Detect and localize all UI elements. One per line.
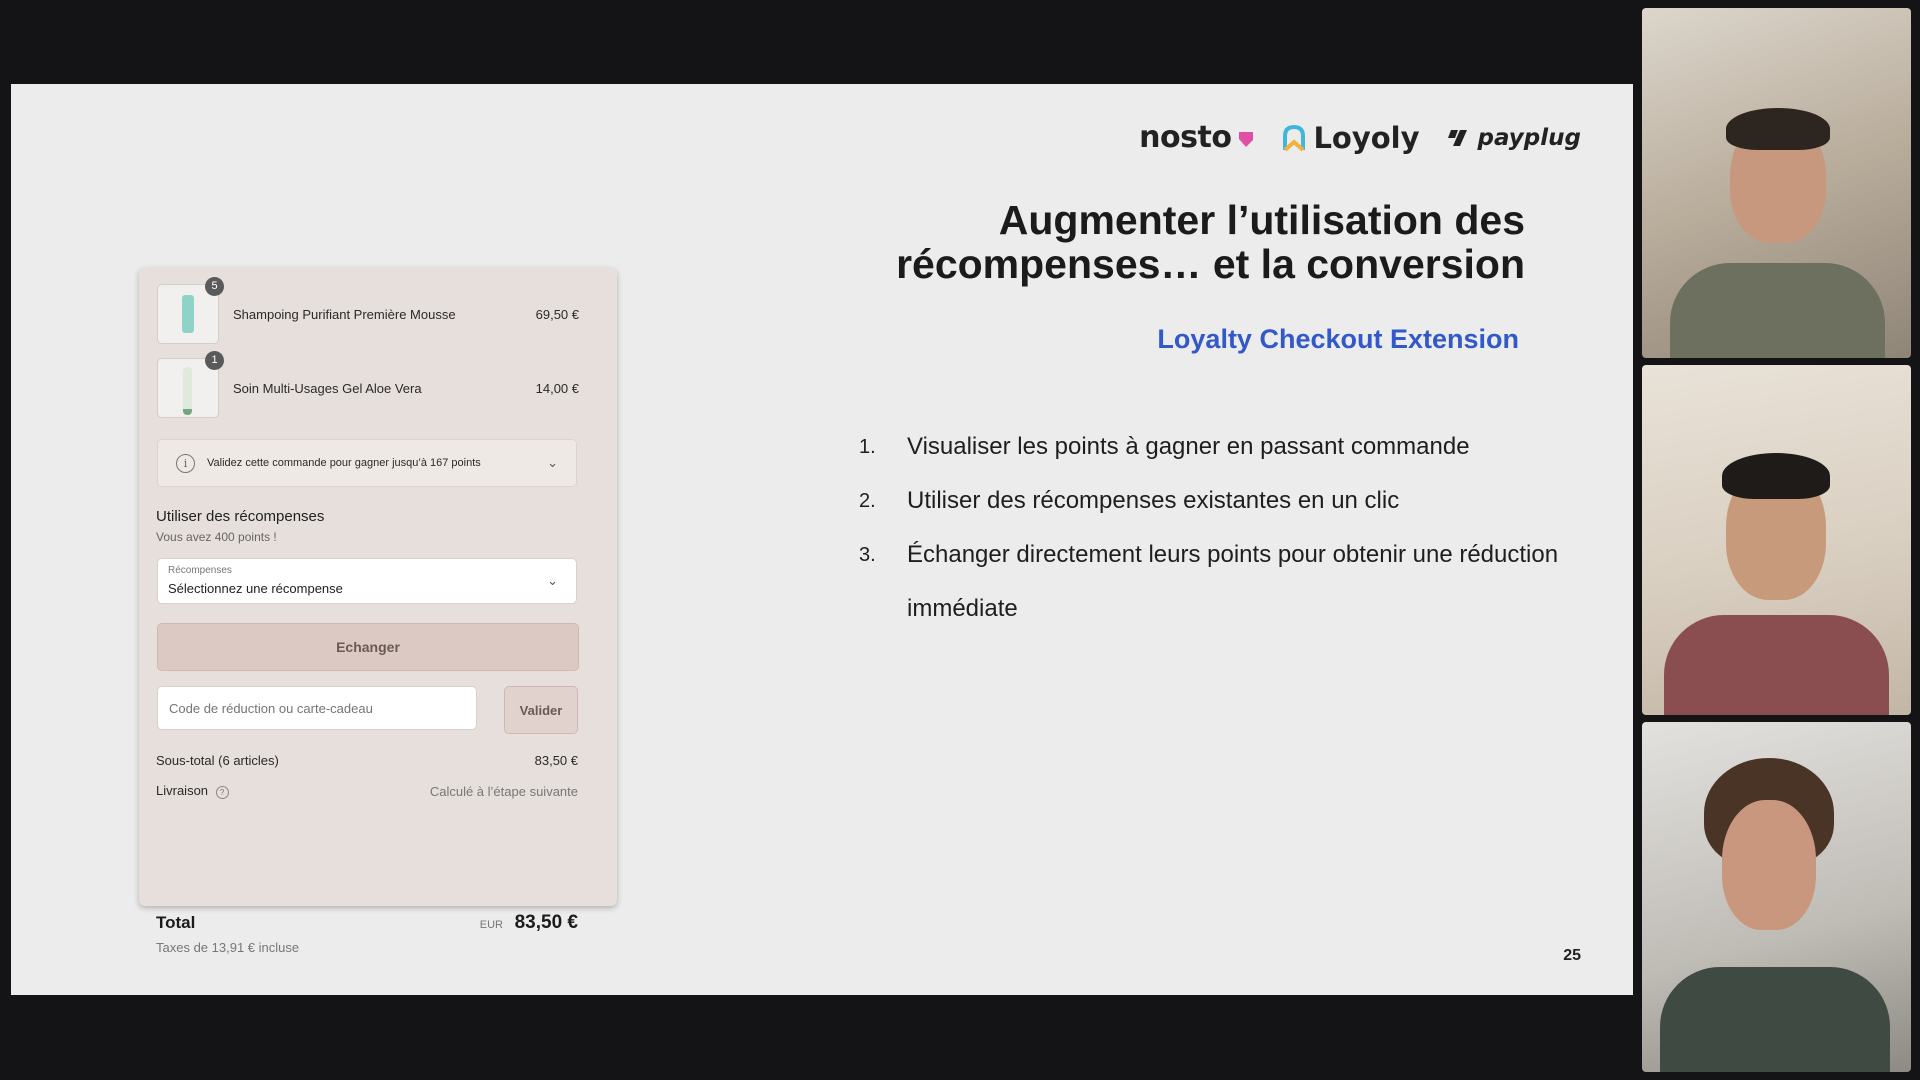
step-number: 3.: [859, 544, 876, 566]
select-label: Récompenses: [168, 565, 232, 576]
participant-video[interactable]: [1642, 365, 1911, 715]
rewards-title: Utiliser des récompenses: [156, 508, 325, 525]
total-currency: EUR: [479, 919, 503, 931]
cart-item: 5 Shampoing Purifiant Première Mousse 69…: [157, 277, 579, 344]
person-body: [1664, 615, 1889, 715]
info-icon: i: [176, 453, 195, 473]
heart-icon: [1239, 131, 1254, 147]
shipping-value: Calculé à l’étape suivante: [429, 783, 578, 799]
slide-title-line-1: Augmenter l’utilisation des: [998, 197, 1525, 243]
subtotal-row: Sous-total (6 articles) 83,50 €: [156, 753, 578, 768]
person-hair: [1726, 108, 1830, 150]
person-head: [1722, 800, 1816, 930]
chevron-down-icon[interactable]: ⌄: [547, 455, 558, 471]
nosto-logo: nosto: [1139, 120, 1255, 155]
slide-subtitle: Loyalty Checkout Extension: [1157, 324, 1519, 354]
steps-list: 1. Visualiser les points à gagner en pas…: [859, 420, 1579, 636]
person-hair: [1722, 453, 1830, 499]
step-text: Visualiser les points à gagner en passan…: [907, 433, 1470, 460]
validate-button[interactable]: Valider: [504, 686, 578, 734]
product-image: 1: [157, 351, 224, 418]
exchange-button[interactable]: Echanger: [157, 623, 579, 671]
discount-code-input[interactable]: [157, 686, 477, 730]
payplug-logo: payplug: [1446, 125, 1581, 151]
cart-item: 1 Soin Multi-Usages Gel Aloe Vera 14,00 …: [157, 351, 579, 418]
points-notice-text: Validez cette commande pour gagner jusqu…: [207, 457, 481, 469]
total-row: Total EUR 83,50 €: [156, 912, 578, 934]
person-body: [1660, 967, 1890, 1072]
list-item: 1. Visualiser les points à gagner en pas…: [859, 420, 1579, 474]
product-price: 14,00 €: [535, 380, 579, 396]
nosto-logo-text: nosto: [1139, 120, 1232, 155]
step-number: 2.: [859, 490, 876, 512]
page-number: 25: [1563, 947, 1581, 964]
subtotal-label: Sous-total (6 articles): [156, 753, 279, 768]
points-notice[interactable]: i Validez cette commande pour gagner jus…: [157, 439, 577, 487]
participant-video[interactable]: [1642, 722, 1911, 1072]
list-item: 3. Échanger directement leurs points pou…: [859, 528, 1579, 636]
chevron-down-icon: ⌄: [547, 573, 558, 588]
list-item: 2. Utiliser des récompenses existantes e…: [859, 474, 1579, 528]
quantity-badge: 1: [205, 351, 224, 370]
total-value: 83,50 €: [514, 912, 578, 933]
loyoly-logo: Loyoly: [1281, 120, 1420, 155]
gel-tube-icon: [183, 367, 192, 415]
participant-video[interactable]: [1642, 8, 1911, 358]
partner-logos: nosto Loyoly payplug: [1139, 120, 1581, 155]
product-name: Soin Multi-Usages Gel Aloe Vera: [233, 380, 422, 396]
payplug-mark-icon: [1447, 129, 1467, 146]
checkout-card: 5 Shampoing Purifiant Première Mousse 69…: [139, 268, 617, 955]
shipping-row: Livraison ? Calculé à l’étape suivante: [156, 783, 578, 799]
slide-title: Augmenter l’utilisation des récompenses……: [896, 198, 1525, 286]
rewards-balance: Vous avez 400 points !: [156, 530, 277, 544]
total-amount: EUR 83,50 €: [480, 912, 578, 934]
step-number: 1.: [859, 436, 876, 458]
subtotal-value: 83,50 €: [534, 753, 578, 768]
product-image: 5: [157, 277, 224, 344]
rewards-select[interactable]: Récompenses Sélectionnez une récompense …: [157, 558, 577, 604]
presentation-slide: nosto Loyoly payplug Augmenter l’utilisa…: [11, 84, 1633, 995]
select-value: Sélectionnez une récompense: [168, 581, 343, 596]
loyoly-heart-icon: [1283, 124, 1306, 151]
shipping-label-wrap: Livraison ?: [156, 783, 229, 799]
product-name: Shampoing Purifiant Première Mousse: [233, 306, 456, 322]
shipping-label: Livraison: [156, 783, 209, 798]
quantity-badge: 5: [205, 277, 224, 296]
payplug-logo-text: payplug: [1477, 124, 1581, 151]
step-text: Échanger directement leurs points pour o…: [907, 541, 1559, 622]
taxes-note: Taxes de 13,91 € incluse: [156, 940, 300, 955]
total-label: Total: [156, 913, 196, 932]
product-price: 69,50 €: [535, 306, 579, 322]
shampoo-bottle-icon: [182, 295, 194, 333]
person-body: [1670, 263, 1885, 358]
help-icon[interactable]: ?: [215, 786, 229, 799]
loyoly-logo-text: Loyoly: [1313, 120, 1420, 155]
step-text: Utiliser des récompenses existantes en u…: [907, 487, 1400, 514]
slide-title-line-2: récompenses… et la conversion: [896, 241, 1525, 287]
